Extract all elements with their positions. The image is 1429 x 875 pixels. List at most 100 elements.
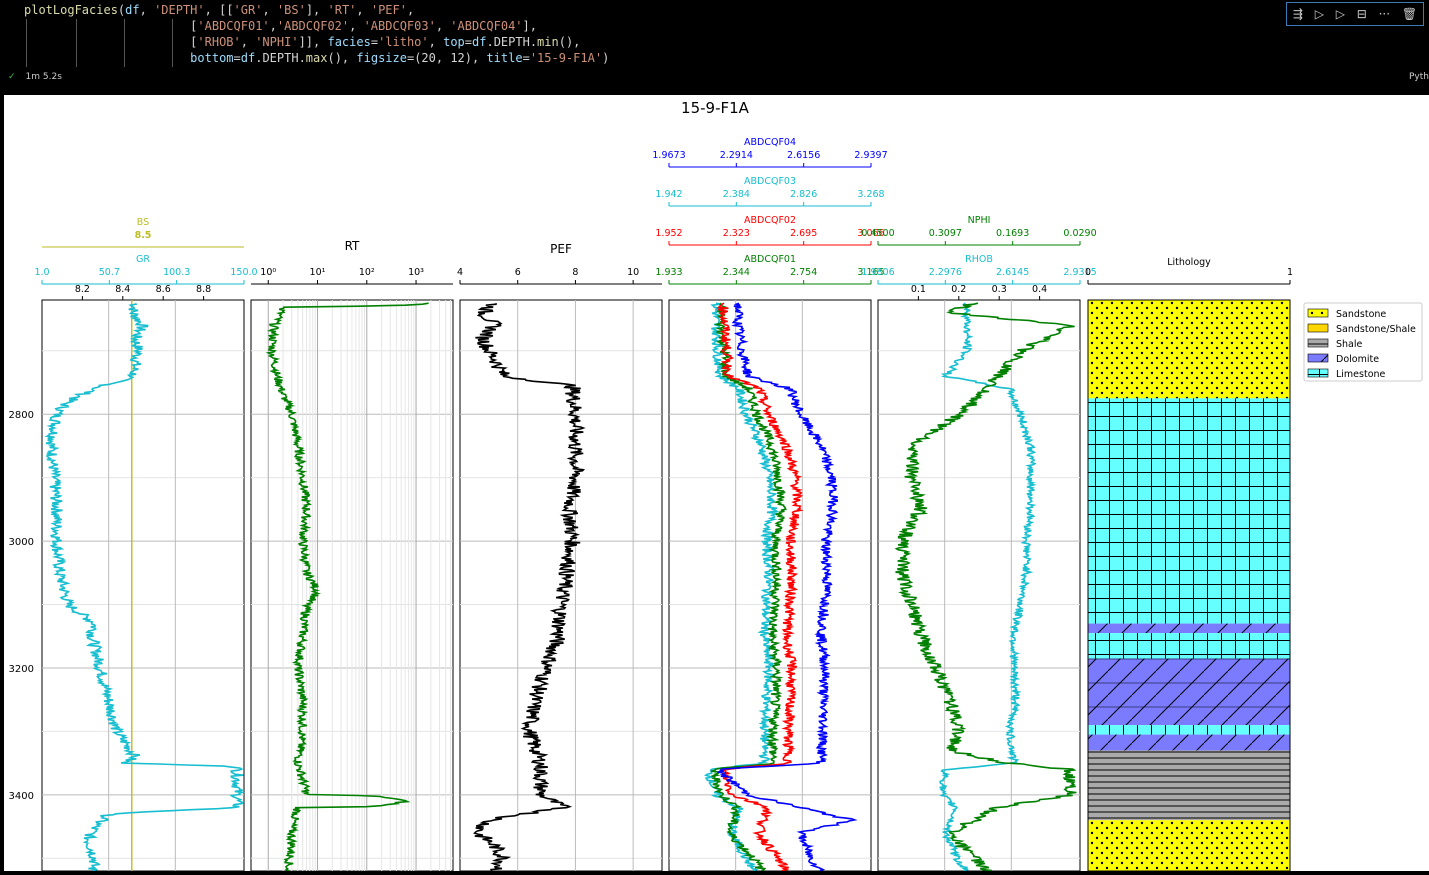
code-token: =(20, 12), [406,51,487,65]
cell-toolbar: ⇶ ▷ ▷ ⊟ ··· 🗑 [1286,2,1424,26]
nphi-tick-label: 0.0290 [1063,228,1096,239]
nphi-curve [894,302,1077,872]
abdcqf01-tick-label: 2.754 [790,267,817,278]
legend-label: Shale [1336,339,1363,350]
lithology-title: Lithology [1167,257,1211,268]
abdcqf03-tick-label: 2.826 [790,189,817,200]
bs-inner-tick-label: 8.2 [75,284,90,295]
code-token: df [125,3,140,17]
split-cell-icon[interactable]: ⊟ [1357,8,1367,20]
depth-tick-label: 3000 [9,537,34,548]
abdcqf03-axis-title: ABDCQF03 [744,176,796,187]
abdcqf04-tick-label: 2.6156 [787,150,820,161]
code-token: = [233,51,241,65]
bs-inner-tick-label: 8.8 [196,284,211,295]
code-token: 'BS' [276,3,306,17]
abdcqf04-tick-label: 1.9673 [652,150,685,161]
legend-label: Sandstone/Shale [1336,324,1416,335]
figure-output: 15-9-F1A 2800 3000 3200 3400 1.0 50.7 100.3 150… [4,95,1429,872]
lithology-tick-label: 1 [1287,267,1293,278]
gr-tick-label: 1.0 [34,267,49,278]
bs-inner-tick-label: 8.6 [156,284,171,295]
lithology-interval [1088,750,1290,821]
code-token: (), [558,35,581,49]
code-token: figsize [356,51,407,65]
abdcqf04-curve [717,302,858,872]
code-token: 'RHOB' [197,35,241,49]
nphi-tick-label: 0.4500 [861,228,894,239]
legend-swatch [1307,353,1329,363]
code-line[interactable]: ['ABDCQF01','ABDCQF02', 'ABDCQF03', 'ABD… [24,18,537,34]
language-label[interactable]: Pyth [1409,72,1429,82]
run-below-icon[interactable]: ▷ [1336,8,1345,20]
code-token: 'DEPTH' [154,3,205,17]
rt-curve [265,302,429,872]
gr-axis-title: GR [136,254,150,265]
rhob-axis-title: RHOB [965,254,993,265]
code-token: ], [305,3,328,17]
code-token: = [370,35,379,49]
rhob-tick-label: 2.9315 [1063,267,1096,278]
code-token: 'ABDCQF01' [197,19,270,33]
code-token: (), [327,51,357,65]
rhob-tick-label: 2.6145 [996,267,1029,278]
gr-curve [44,302,246,872]
gr-tick-label: 50.7 [99,267,120,278]
delete-icon[interactable]: 🗑 [1402,8,1417,20]
check-icon: ✓ [8,72,16,82]
code-line[interactable]: bottom=df.DEPTH.max(), figsize=(20, 12),… [24,50,609,66]
code-line[interactable]: plotLogFacies(df, 'DEPTH', [['GR', 'BS']… [24,2,414,18]
code-token: 'GR' [233,3,263,17]
code-token: title [486,51,523,65]
code-token: 'PEF' [370,3,407,17]
code-token: [ [24,35,198,49]
code-token: , [406,3,415,17]
code-line[interactable]: ['RHOB', 'NPHI']], facies='litho', top=d… [24,34,580,50]
code-token: facies [327,35,371,49]
code-token: plotLogFacies [24,3,118,17]
pef-tick-label: 10 [627,267,639,278]
code-token: , [240,35,256,49]
code-token: , [262,3,277,17]
code-token: , [356,3,371,17]
lithology-interval [1088,398,1290,624]
legend-label: Limestone [1336,369,1386,380]
pef-tick-label: 8 [572,267,578,278]
code-token: [ [24,19,198,33]
pef-tick-label: 4 [457,267,463,278]
execution-status: ✓ 1m 5.2s [8,72,62,82]
abdcqf01-tick-label: 2.344 [723,267,750,278]
rt-tick-label: 10³ [408,267,424,278]
code-token: df [240,51,256,65]
code-token: '15-9-F1A' [529,51,603,65]
legend-label: Dolomite [1336,354,1379,365]
abdcqf02-tick-label: 1.952 [655,228,682,239]
legend-swatch [1307,338,1329,348]
more-icon[interactable]: ··· [1379,8,1390,20]
code-token: .DEPTH. [486,35,538,49]
gr-tick-label: 150.0 [230,267,257,278]
bs-inner-tick-label: 8.4 [115,284,130,295]
lithology-interval [1088,820,1290,871]
code-token: 'NPHI' [255,35,299,49]
abdcqf02-tick-label: 2.323 [723,228,750,239]
code-token: .DEPTH. [255,51,306,65]
code-token: df [472,35,487,49]
chart-title: 15-9-F1A [681,99,750,117]
code-cell[interactable]: plotLogFacies(df, 'DEPTH', [['GR', 'BS']… [0,0,1429,92]
code-token: min [537,35,559,49]
nphi-tick-label: 0.1693 [996,228,1029,239]
abdcqf01-curve [710,302,787,872]
rhob-tick-label: 1.9806 [861,267,894,278]
legend-swatch [1307,368,1329,378]
abdcqf03-tick-label: 3.268 [857,189,884,200]
run-above-icon[interactable]: ▷ [1315,8,1324,20]
code-token: ) [602,51,610,65]
code-token: , [269,19,277,33]
lithology-interval [1088,633,1290,659]
run-by-line-icon[interactable]: ⇶ [1293,8,1303,20]
gr-tick-label: 100.3 [163,267,190,278]
legend-swatch [1307,308,1329,318]
code-token: , [435,19,451,33]
code-token: 'RT' [327,3,357,17]
